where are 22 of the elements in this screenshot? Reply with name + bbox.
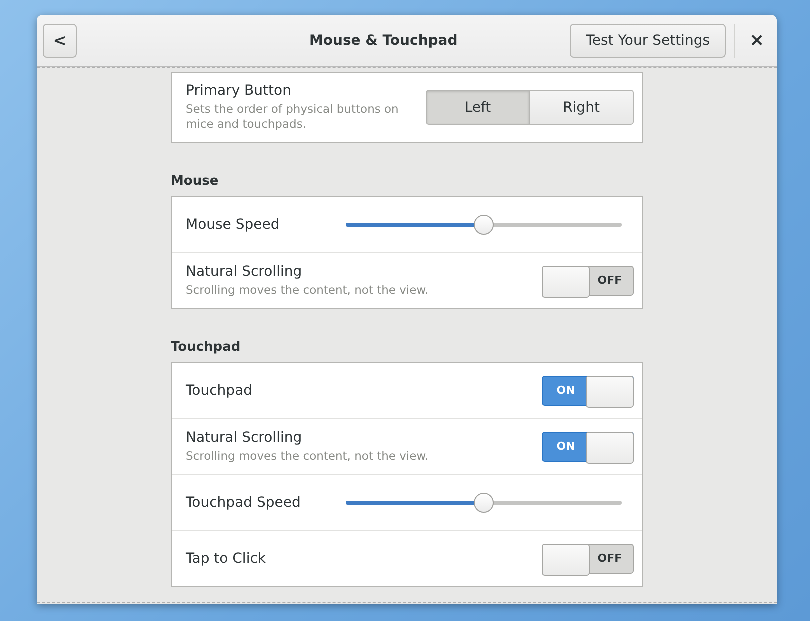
setting-label: Tap to Click	[186, 550, 266, 566]
setting-description: Scrolling moves the content, not the view.	[186, 448, 429, 464]
setting-label: Natural Scrolling	[186, 264, 304, 280]
setting-label: Natural Scrolling	[186, 430, 304, 446]
close-button[interactable]: ×	[743, 26, 771, 54]
choice-button[interactable]: Left	[426, 90, 530, 125]
back-button[interactable]: <	[43, 24, 77, 58]
section-heading: Mouse	[171, 174, 220, 189]
speed-slider[interactable]	[346, 492, 622, 512]
toggle-switch[interactable]: OFF	[542, 266, 634, 296]
window-title: Mouse & Touchpad	[308, 32, 459, 48]
setting-description: Scrolling moves the content, not the view.	[186, 282, 429, 298]
setting-label: Primary Button	[186, 83, 292, 100]
setting-label: Mouse Speed	[186, 216, 280, 232]
setting-description: Sets the order of physical buttons on mice and touchpads.	[186, 102, 400, 132]
test-settings-button[interactable]: Test Your Settings	[570, 24, 726, 58]
setting-label: Touchpad	[186, 382, 253, 398]
toggle-switch[interactable]: OFF	[542, 544, 634, 574]
section-heading: Touchpad	[171, 340, 242, 355]
speed-slider[interactable]	[346, 214, 622, 234]
choice-button[interactable]: Right	[530, 90, 634, 125]
setting-label: Touchpad Speed	[186, 494, 301, 510]
